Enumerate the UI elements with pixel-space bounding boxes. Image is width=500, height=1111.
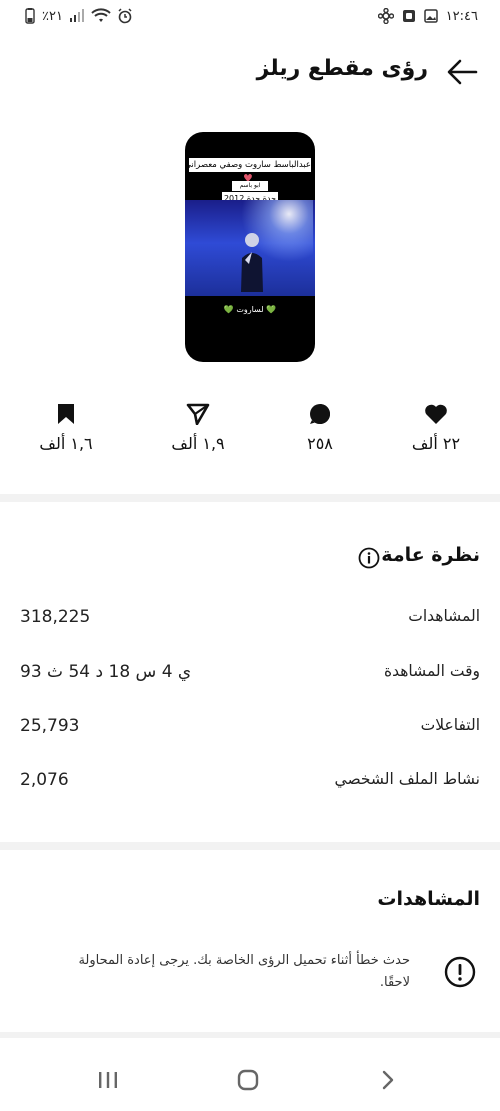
status-left: ٪٢١ <box>24 8 133 24</box>
section-divider <box>0 842 500 850</box>
signal-icon <box>69 9 84 22</box>
alarm-icon <box>118 8 132 24</box>
bookmark-icon <box>58 404 74 424</box>
shares-stat: ١,٩ ألف <box>158 402 238 453</box>
saves-stat: ١,٦ ألف <box>26 402 106 453</box>
singer-figure <box>241 233 263 292</box>
overview-row-interactions: التفاعلات 25,793 <box>20 716 480 740</box>
row-value: 25,793 <box>20 716 80 736</box>
reel-thumbnail[interactable]: عبدالباسط ساروت وصفي معصراني ♥ ابو باسم … <box>185 132 315 362</box>
exclamation-circle-icon <box>444 956 476 988</box>
likes-stat: ٢٢ ألف <box>396 402 476 453</box>
status-bar: ٪٢١ ١٢:٤٦ <box>0 0 500 36</box>
row-label: نشاط الملف الشخصي <box>334 770 480 788</box>
square-app-icon <box>402 10 415 22</box>
row-label: التفاعلات <box>420 716 480 734</box>
comments-count: ٢٥٨ <box>307 434 333 453</box>
comments-stat: ٢٥٨ <box>280 402 360 453</box>
status-right: ١٢:٤٦ <box>377 8 478 24</box>
comment-icon <box>310 404 330 424</box>
section-divider <box>0 1032 500 1038</box>
likes-count: ٢٢ ألف <box>411 434 461 453</box>
row-value: 318,225 <box>20 607 91 627</box>
wifi-icon <box>91 8 111 22</box>
error-text: حدث خطأ أثناء تحميل الرؤى الخاصة بك. يرج… <box>78 953 410 990</box>
arrow-left-icon <box>447 59 478 85</box>
row-label: المشاهدات <box>408 607 480 625</box>
settings-bug-icon <box>377 8 394 24</box>
send-icon <box>186 403 210 425</box>
overview-row-watch-time: وقت المشاهدة 93 ي 4 س 18 د 54 ث <box>20 662 480 686</box>
engagement-stats: ٢٢ ألف ٢٥٨ ١,٩ ألف ١,٦ ألف <box>0 402 500 462</box>
section-divider <box>0 494 500 502</box>
status-time: ١٢:٤٦ <box>445 8 478 24</box>
thumbnail-caption-top: عبدالباسط ساروت وصفي معصراني <box>189 158 311 172</box>
row-value: 93 ي 4 س 18 د 54 ث <box>20 662 192 682</box>
chevron-right-icon <box>382 1070 394 1090</box>
thumbnail-caption-bottom: 💚 لساروت 💚 <box>223 305 277 314</box>
thumbnail-scene <box>185 200 315 296</box>
thumbnail-caption-sub: ابو باسم <box>232 181 268 191</box>
views-title: المشاهدات <box>377 888 480 910</box>
page-title: رؤى مقطع ريلز <box>256 56 428 81</box>
saves-count: ١,٦ ألف <box>39 434 93 453</box>
battery-level: ٪٢١ <box>42 8 63 24</box>
home-button[interactable] <box>228 1065 268 1095</box>
shares-count: ١,٩ ألف <box>171 434 225 453</box>
battery-icon <box>25 8 35 24</box>
back-nav-button[interactable] <box>368 1065 408 1095</box>
row-value: 2,076 <box>20 770 69 790</box>
error-message-box: حدث خطأ أثناء تحميل الرؤى الخاصة بك. يرج… <box>20 950 480 1000</box>
recent-apps-button[interactable] <box>88 1065 128 1095</box>
row-label: وقت المشاهدة <box>383 662 480 680</box>
back-button[interactable] <box>444 56 480 88</box>
top-bar: رؤى مقطع ريلز <box>0 52 500 92</box>
overview-row-profile-activity: نشاط الملف الشخصي 2,076 <box>20 770 480 794</box>
home-icon <box>237 1069 259 1091</box>
overview-row-views: المشاهدات 318,225 <box>20 607 480 631</box>
system-nav-bar <box>0 1051 500 1111</box>
overview-title: نظرة عامة <box>381 544 480 566</box>
gallery-icon <box>423 9 438 23</box>
info-icon[interactable] <box>358 547 380 569</box>
recent-apps-icon <box>99 1072 117 1088</box>
heart-icon <box>425 404 447 424</box>
